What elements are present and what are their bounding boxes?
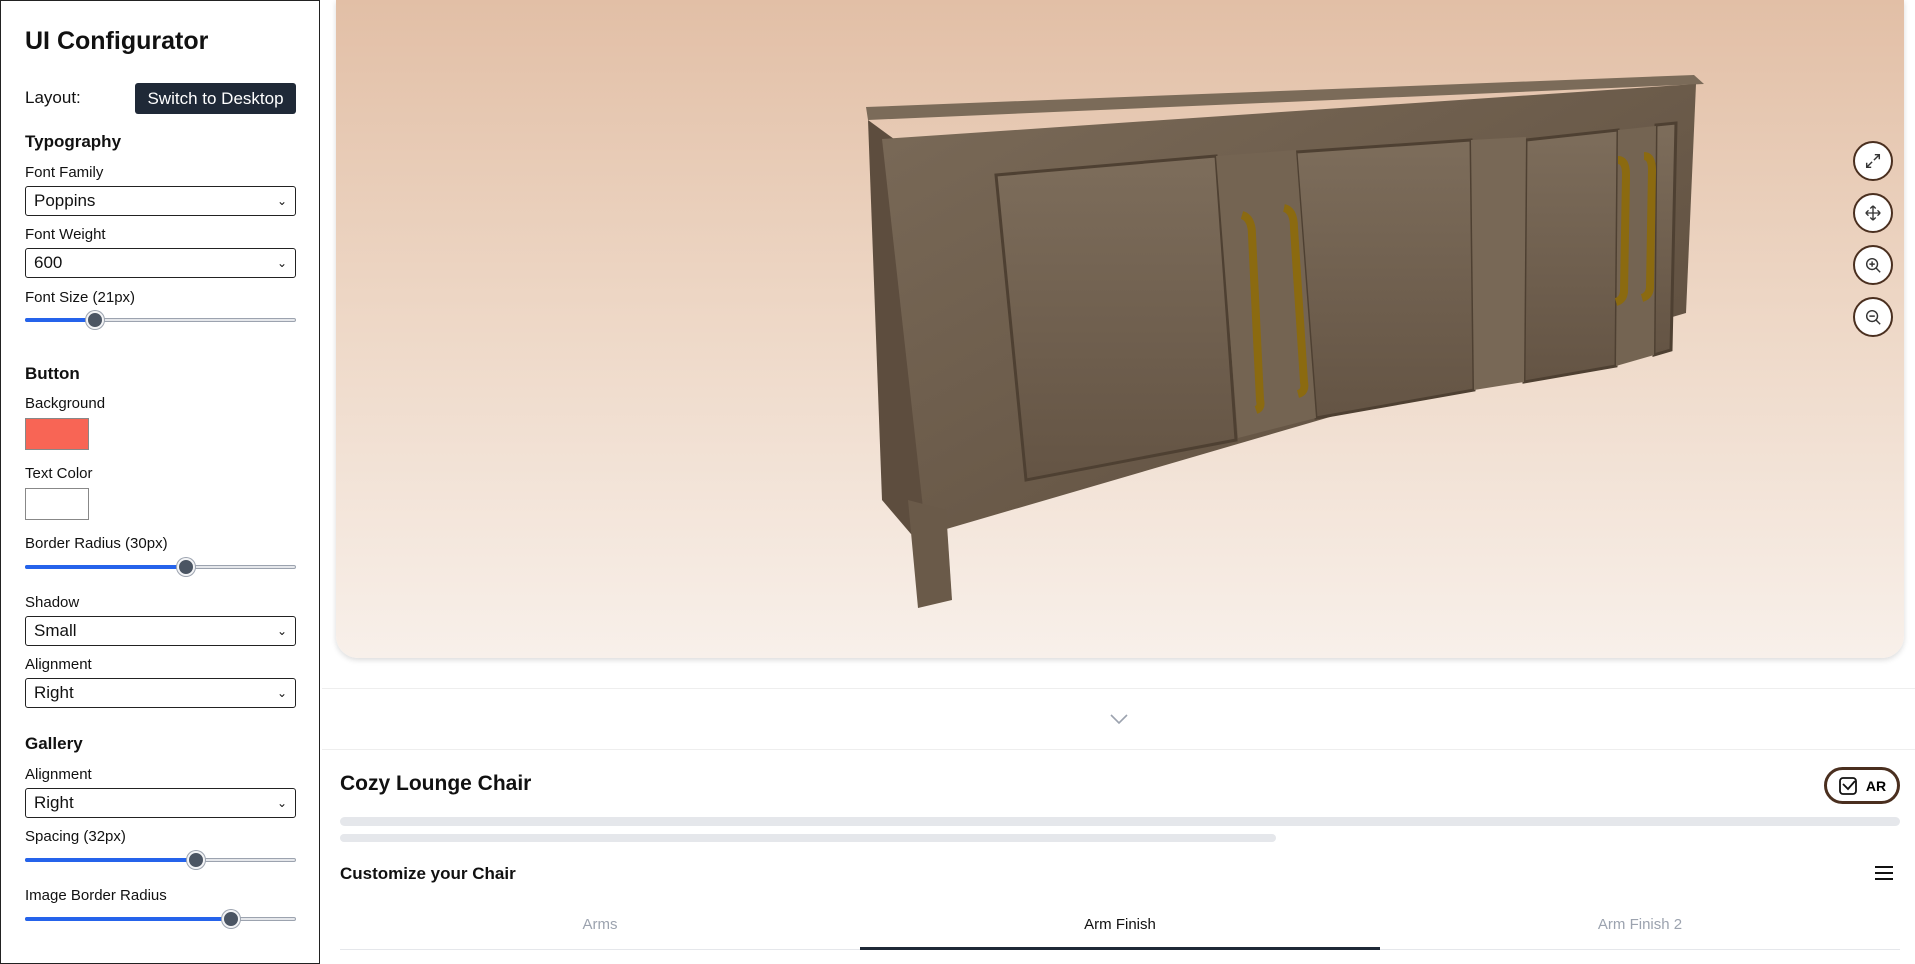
slider-fill bbox=[25, 318, 95, 322]
tab-arm-finish-2[interactable]: Arm Finish 2 bbox=[1380, 900, 1900, 949]
font-family-label: Font Family bbox=[25, 164, 104, 181]
configurator-sidebar: UI Configurator Layout: Switch to Deskto… bbox=[0, 0, 320, 964]
background-label: Background bbox=[25, 395, 106, 412]
font-size-label: Font Size (21px) bbox=[25, 289, 136, 306]
button-alignment-select[interactable]: Right ⌄ bbox=[25, 678, 296, 708]
font-family-value: Poppins bbox=[34, 191, 96, 210]
chevron-down-icon: ⌄ bbox=[276, 194, 287, 208]
tab-arms[interactable]: Arms bbox=[340, 900, 860, 949]
sidebar-title: UI Configurator bbox=[25, 27, 209, 55]
shadow-value: Small bbox=[34, 621, 77, 640]
loading-skeleton-line bbox=[340, 817, 1900, 826]
collapse-toggle[interactable] bbox=[322, 688, 1915, 750]
layout-label: Layout: bbox=[25, 88, 81, 107]
zoom-out-icon bbox=[1865, 309, 1881, 325]
chevron-down-icon: ⌄ bbox=[276, 256, 287, 270]
slider-fill bbox=[25, 858, 196, 862]
slider-fill bbox=[25, 917, 232, 921]
expand-icon bbox=[1865, 153, 1881, 169]
slider-fill bbox=[25, 565, 186, 569]
gallery-alignment-label: Alignment bbox=[25, 766, 92, 783]
typography-heading: Typography bbox=[25, 132, 122, 151]
zoom-in-button[interactable] bbox=[1853, 245, 1893, 285]
font-weight-label: Font Weight bbox=[25, 226, 106, 243]
border-radius-label: Border Radius (30px) bbox=[25, 535, 168, 552]
button-alignment-value: Right bbox=[34, 683, 74, 702]
tab-label: Arm Finish bbox=[1084, 916, 1156, 933]
zoom-out-button[interactable] bbox=[1853, 297, 1893, 337]
slider-thumb[interactable] bbox=[85, 311, 104, 329]
text-color-swatch[interactable] bbox=[25, 488, 89, 520]
zoom-in-icon bbox=[1865, 257, 1881, 273]
button-heading: Button bbox=[25, 364, 80, 383]
image-radius-label: Image Border Radius bbox=[25, 887, 167, 904]
fullscreen-button[interactable] bbox=[1853, 141, 1893, 181]
chevron-down-icon: ⌄ bbox=[276, 796, 287, 810]
customization-tabs: Arms Arm Finish Arm Finish 2 bbox=[340, 900, 1900, 950]
background-color-swatch[interactable] bbox=[25, 418, 89, 450]
gallery-alignment-value: Right bbox=[34, 793, 74, 812]
product-3d-viewer[interactable] bbox=[336, 0, 1904, 658]
tab-arm-finish[interactable]: Arm Finish bbox=[860, 900, 1380, 950]
app-root: UI Configurator Layout: Switch to Deskto… bbox=[0, 0, 1915, 964]
shadow-select[interactable]: Small ⌄ bbox=[25, 616, 296, 646]
border-radius-slider[interactable] bbox=[25, 557, 296, 577]
spacing-label: Spacing (32px) bbox=[25, 828, 126, 845]
move-icon bbox=[1865, 205, 1881, 221]
text-color-label: Text Color bbox=[25, 465, 93, 482]
menu-icon[interactable] bbox=[1873, 863, 1895, 883]
ar-cube-icon bbox=[1838, 776, 1857, 795]
ar-label: AR bbox=[1865, 777, 1887, 794]
customize-heading: Customize your Chair bbox=[340, 864, 516, 883]
font-size-slider[interactable] bbox=[25, 310, 296, 330]
chevron-down-icon: ⌄ bbox=[276, 686, 287, 700]
font-family-select[interactable]: Poppins ⌄ bbox=[25, 186, 296, 216]
shadow-label: Shadow bbox=[25, 594, 80, 611]
tab-label: Arm Finish 2 bbox=[1597, 916, 1683, 933]
spacing-slider[interactable] bbox=[25, 850, 296, 870]
image-radius-slider[interactable] bbox=[25, 909, 296, 929]
button-alignment-label: Alignment bbox=[25, 656, 92, 673]
slider-thumb[interactable] bbox=[176, 558, 195, 576]
chevron-down-icon: ⌄ bbox=[276, 624, 287, 638]
sideboard-model-image bbox=[866, 75, 1704, 608]
slider-thumb[interactable] bbox=[186, 851, 205, 869]
product-title: Cozy Lounge Chair bbox=[340, 772, 532, 795]
ar-view-button[interactable]: AR bbox=[1824, 767, 1900, 804]
chevron-down-icon bbox=[1109, 714, 1128, 725]
font-weight-value: 600 bbox=[34, 253, 63, 272]
slider-thumb[interactable] bbox=[222, 910, 241, 928]
pan-button[interactable] bbox=[1853, 193, 1893, 233]
tab-label: Arms bbox=[582, 916, 618, 933]
gallery-heading: Gallery bbox=[25, 734, 83, 753]
font-weight-select[interactable]: 600 ⌄ bbox=[25, 248, 296, 278]
switch-layout-button[interactable]: Switch to Desktop bbox=[135, 83, 296, 114]
loading-skeleton-line bbox=[340, 834, 1276, 842]
gallery-alignment-select[interactable]: Right ⌄ bbox=[25, 788, 296, 818]
